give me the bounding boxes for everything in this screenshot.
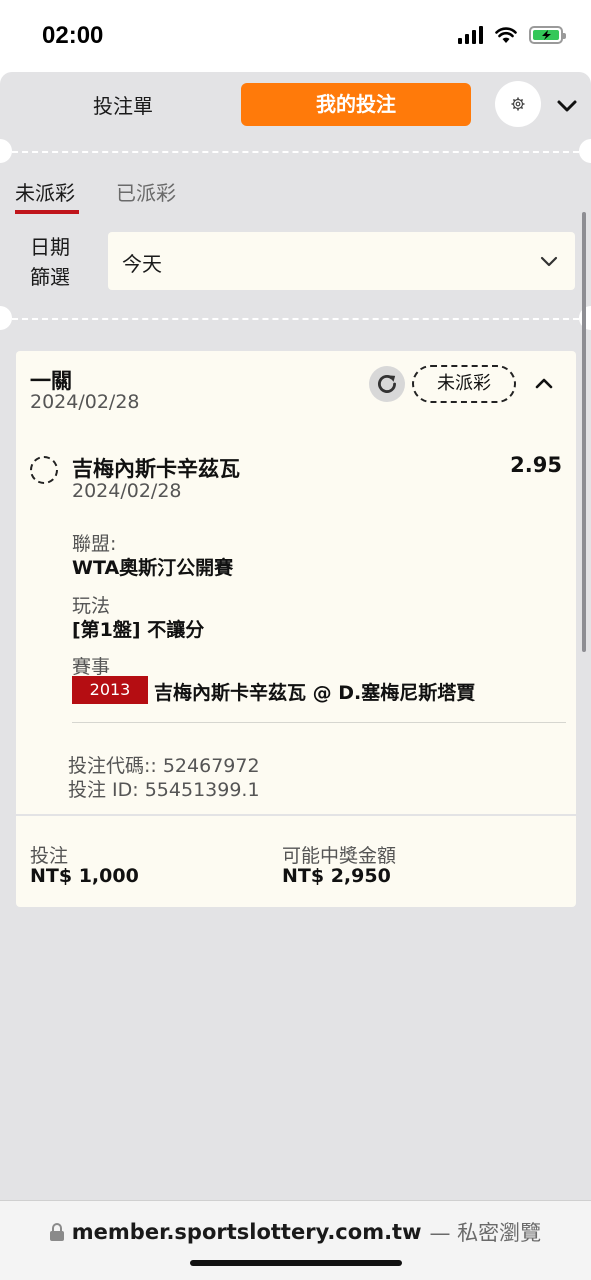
url-domain: member.sportslottery.com.tw [71, 1220, 422, 1244]
divider [12, 318, 579, 320]
date-filter-label-line2: 篩選 [30, 265, 70, 289]
payout-value: NT$ 2,950 [282, 865, 391, 887]
tab-settled[interactable]: 已派彩 [116, 177, 176, 206]
chevron-down-icon[interactable] [555, 94, 579, 118]
cellular-signal-icon [458, 26, 483, 44]
divider [16, 814, 576, 816]
payout-label: 可能中獎金額 [282, 845, 397, 867]
status-badge: 未派彩 [412, 365, 516, 403]
ticket-notch [0, 139, 12, 163]
my-bets-panel: 投注單 我的投注 未派彩 已派彩 日期 篩選 今天 一關 2024/02/28 … [0, 72, 591, 1200]
date-filter-label-line1: 日期 [30, 235, 70, 259]
divider [12, 151, 579, 153]
bet-date: 2024/02/28 [30, 391, 140, 413]
stake-label: 投注 [30, 845, 69, 867]
private-mode-label: — 私密瀏覽 [429, 1221, 542, 1245]
refresh-button[interactable] [369, 366, 405, 402]
status-time: 02:00 [42, 22, 104, 49]
event-name: 吉梅內斯卡辛茲瓦 @ D.塞梅尼斯塔賈 [154, 682, 476, 704]
tab-betslip[interactable]: 投注單 [68, 90, 178, 122]
active-tab-indicator [15, 210, 79, 214]
ticket-notch [0, 306, 12, 330]
league-label: 聯盟: [72, 533, 117, 555]
divider [72, 722, 566, 723]
status-bar: 02:00 [0, 0, 591, 72]
lock-icon [49, 1223, 64, 1241]
selection-status-icon [30, 456, 58, 484]
battery-icon [529, 26, 566, 44]
refresh-icon [378, 375, 396, 393]
settings-button[interactable] [495, 81, 541, 127]
browser-url-bar[interactable]: member.sportslottery.com.tw — 私密瀏覽 [0, 1200, 591, 1280]
scrollbar[interactable] [582, 212, 586, 652]
bet-code: 投注代碼:: 52467972 [68, 755, 260, 777]
tab-my-bets[interactable]: 我的投注 [241, 83, 471, 126]
market-label: 玩法 [72, 595, 111, 617]
bet-card: 一關 2024/02/28 未派彩 吉梅內斯卡辛茲瓦 2.95 2024/02/… [16, 351, 576, 907]
date-filter-value: 今天 [122, 252, 162, 276]
event-code-badge: 2013 [72, 676, 148, 704]
event-label: 賽事 [72, 656, 111, 678]
status-icons [458, 26, 566, 44]
league-value: WTA奧斯汀公開賽 [72, 557, 234, 579]
selection-odds: 2.95 [510, 453, 562, 477]
selection-date: 2024/02/28 [72, 480, 182, 502]
selection-name: 吉梅內斯卡辛茲瓦 [72, 457, 240, 481]
header-tabs: 投注單 我的投注 [0, 72, 591, 142]
date-filter-select[interactable]: 今天 [108, 232, 575, 290]
stake-value: NT$ 1,000 [30, 865, 139, 887]
home-indicator[interactable] [190, 1260, 402, 1266]
wifi-icon [495, 27, 517, 43]
chevron-down-icon [540, 256, 558, 267]
url-display[interactable]: member.sportslottery.com.tw — 私密瀏覽 [0, 1217, 591, 1247]
settlement-tabs: 未派彩 已派彩 [0, 172, 591, 218]
tab-unsettled[interactable]: 未派彩 [15, 177, 75, 206]
bet-id: 投注 ID: 55451399.1 [68, 779, 260, 801]
date-filter-label: 日期 篩選 [30, 232, 78, 292]
ticket-notch [579, 139, 591, 163]
chevron-up-icon[interactable] [533, 373, 555, 395]
market-value: [第1盤] 不讓分 [72, 619, 205, 641]
gear-icon [511, 97, 525, 111]
